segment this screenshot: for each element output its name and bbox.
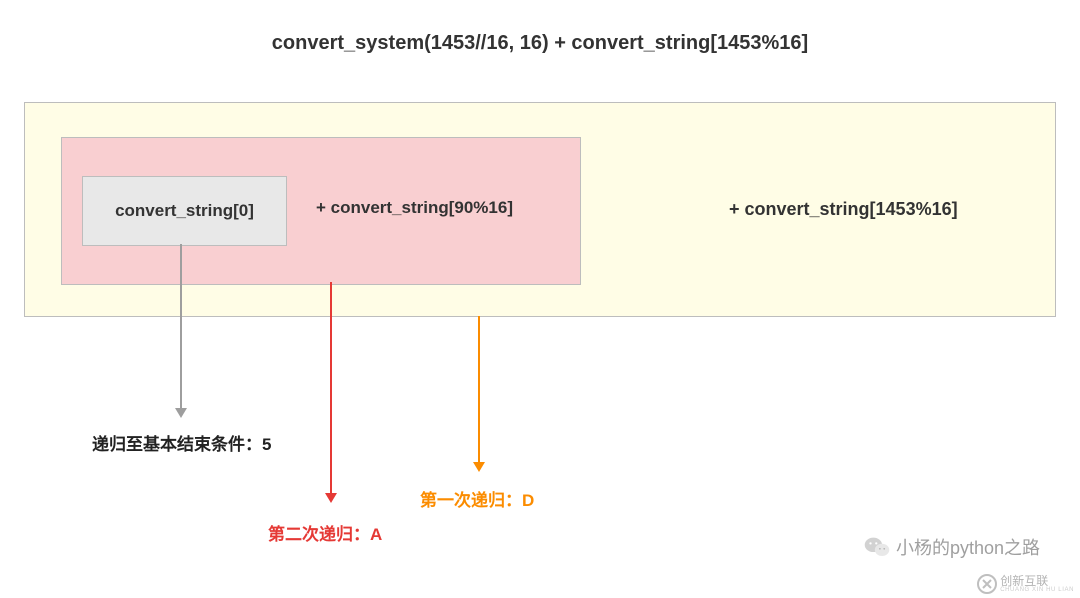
arrow-second-recursion bbox=[330, 282, 332, 493]
corner-sub-text: CHUANG XIN HU LIAN bbox=[1000, 587, 1074, 593]
outer-call-box: convert_string[0] + convert_string[90%16… bbox=[24, 102, 1056, 317]
first-recursion-box: convert_string[0] + convert_string[90%16… bbox=[61, 137, 581, 285]
label-second-recursion: 第二次递归：A bbox=[268, 520, 382, 545]
corner-watermark: 创新互联 CHUANG XIN HU LIAN bbox=[977, 574, 1074, 594]
outer-call-expr: + convert_string[1453%16] bbox=[729, 199, 958, 220]
corner-logo-icon bbox=[977, 574, 997, 594]
wechat-icon bbox=[864, 536, 890, 558]
diagram-title: convert_system(1453//16, 16) + convert_s… bbox=[0, 32, 1080, 55]
arrow-base-case bbox=[180, 244, 182, 408]
label-base-case: 递归至基本结束条件：5 bbox=[92, 430, 271, 455]
corner-main-text: 创新互联 bbox=[1000, 575, 1074, 587]
arrow-first-recursion bbox=[478, 316, 480, 462]
wechat-attribution: 小杨的python之路 bbox=[864, 534, 1040, 560]
first-recursion-expr: + convert_string[90%16] bbox=[316, 198, 513, 218]
label-first-recursion: 第一次递归：D bbox=[420, 486, 534, 511]
wechat-text: 小杨的python之路 bbox=[896, 534, 1040, 560]
base-case-box: convert_string[0] bbox=[82, 176, 287, 246]
